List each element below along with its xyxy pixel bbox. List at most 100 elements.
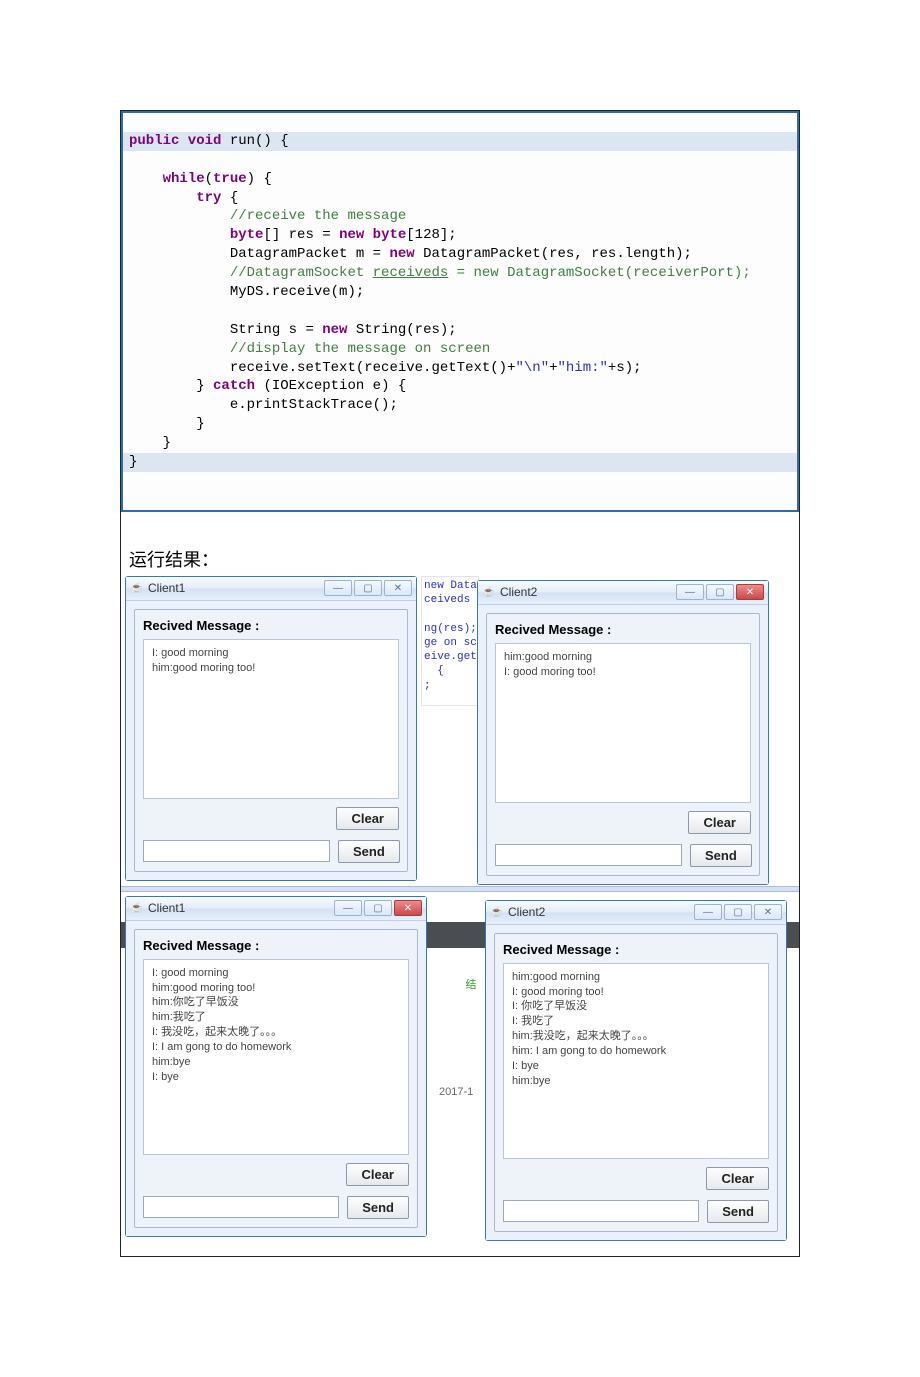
send-button[interactable]: Send [347,1196,409,1219]
code-text: e.printStackTrace(); [230,397,398,413]
page: public void run() { while(true) { try { … [0,0,920,1377]
minimize-button[interactable]: — [324,580,352,596]
window-body: Recived Message : him:good morning I: go… [478,605,768,884]
send-button[interactable]: Send [338,840,400,863]
background-code-strip: new Data ceiveds ng(res); ge on sc eive.… [421,576,479,706]
code-text: { [221,190,238,206]
message-panel: Recived Message : him:good morning I: go… [486,613,760,876]
window-title: Client2 [508,905,692,919]
send-input[interactable] [143,840,330,862]
titlebar[interactable]: ☕ Client2 — ▢ ✕ [478,581,768,605]
code-keyword: try [196,190,221,206]
send-input[interactable] [143,1196,339,1218]
message-panel: Recived Message : I: good morning him:go… [134,609,408,872]
minimize-button[interactable]: — [334,900,362,916]
panel-label: Recived Message : [143,618,399,633]
window-client1-bottom: ☕ Client1 — ▢ ✕ Recived Message : I: goo… [125,896,427,1237]
java-icon: ☕ [130,582,144,594]
window-body: Recived Message : I: good morning him:go… [126,601,416,880]
code-comment: receiveds [373,265,449,281]
code-text: +s); [608,360,642,376]
code-keyword: new [389,246,414,262]
code-keyword: while [163,171,205,187]
send-button[interactable]: Send [690,844,752,867]
window-client2-bottom: ☕ Client2 — ▢ ✕ Recived Message : him:go… [485,900,787,1241]
titlebar[interactable]: ☕ Client1 — ▢ ✕ [126,577,416,601]
message-textarea[interactable]: him:good morning I: good moring too! [495,643,751,803]
message-textarea[interactable]: I: good morning him:good moring too! him… [143,959,409,1155]
titlebar[interactable]: ☕ Client2 — ▢ ✕ [486,901,786,925]
code-text: } [129,454,137,470]
code-keyword: new [322,322,347,338]
document-frame: public void run() { while(true) { try { … [120,110,800,1257]
code-text: String(res); [347,322,456,338]
maximize-button[interactable]: ▢ [354,580,382,596]
code-text: ) { [247,171,272,187]
send-input[interactable] [503,1200,699,1222]
background-date: 2017-1 [439,1086,473,1098]
window-body: Recived Message : him:good morning I: go… [486,925,786,1240]
code-keyword: true [213,171,247,187]
code-text: (IOException e) { [255,378,406,394]
minimize-button[interactable]: — [694,904,722,920]
code-text: ( [205,171,213,187]
code-comment: = new DatagramSocket(receiverPort); [448,265,750,281]
screenshot-row-1: new Data ceiveds ng(res); ge on sc eive.… [121,572,799,882]
code-text: String s = [230,322,322,338]
message-panel: Recived Message : him:good morning I: go… [494,933,778,1232]
code-keyword: public void [129,133,221,149]
window-title: Client1 [148,901,332,915]
code-comment: //DatagramSocket [230,265,373,281]
code-text: + [549,360,557,376]
window-client2-top: ☕ Client2 — ▢ ✕ Recived Message : him:go… [477,580,769,885]
code-keyword: catch [213,378,255,394]
close-button[interactable]: ✕ [736,584,764,600]
code-text: } [196,378,213,394]
code-comment: //receive the message [230,208,406,224]
code-block: public void run() { while(true) { try { … [121,111,799,512]
message-textarea[interactable]: I: good morning him:good moring too! [143,639,399,799]
close-button[interactable]: ✕ [394,900,422,916]
close-button[interactable]: ✕ [754,904,782,920]
code-string: "\n" [515,360,549,376]
titlebar[interactable]: ☕ Client1 — ▢ ✕ [126,897,426,921]
message-textarea[interactable]: him:good morning I: good moring too! I: … [503,963,769,1159]
window-body: Recived Message : I: good morning him:go… [126,921,426,1236]
clear-button[interactable]: Clear [346,1163,409,1186]
send-input[interactable] [495,844,682,866]
maximize-button[interactable]: ▢ [724,904,752,920]
code-text: DatagramPacket m = [230,246,390,262]
code-string: "him:" [558,360,608,376]
panel-label: Recived Message : [495,622,751,637]
window-title: Client1 [148,581,322,595]
section-label: 运行结果： [129,546,799,572]
java-icon: ☕ [482,586,496,598]
clear-button[interactable]: Clear [336,807,399,830]
code-text: } [163,435,171,451]
send-button[interactable]: Send [707,1200,769,1223]
code-text: [] res = [263,227,339,243]
code-text: DatagramPacket(res, res.length); [415,246,692,262]
maximize-button[interactable]: ▢ [706,584,734,600]
code-text: MyDS.receive(m); [230,284,364,300]
clear-button[interactable]: Clear [706,1167,769,1190]
background-bar [121,886,799,892]
panel-label: Recived Message : [143,938,409,953]
minimize-button[interactable]: — [676,584,704,600]
code-text: run() { [221,133,288,149]
code-keyword: new byte [339,227,406,243]
code-comment: //display the message on screen [230,341,490,357]
message-panel: Recived Message : I: good morning him:go… [134,929,418,1228]
clear-button[interactable]: Clear [688,811,751,834]
code-text: receive.setText(receive.getText()+ [230,360,516,376]
panel-label: Recived Message : [503,942,769,957]
java-icon: ☕ [490,906,504,918]
screenshot-row-2: 结 2017-1 ☕ Client1 — ▢ ✕ Recived Message… [121,886,799,1216]
maximize-button[interactable]: ▢ [364,900,392,916]
code-keyword: byte [230,227,264,243]
window-client1-top: ☕ Client1 — ▢ ✕ Recived Message : I: goo… [125,576,417,881]
code-text: [128]; [406,227,456,243]
window-title: Client2 [500,585,674,599]
close-button[interactable]: ✕ [384,580,412,596]
code-text: } [196,416,204,432]
